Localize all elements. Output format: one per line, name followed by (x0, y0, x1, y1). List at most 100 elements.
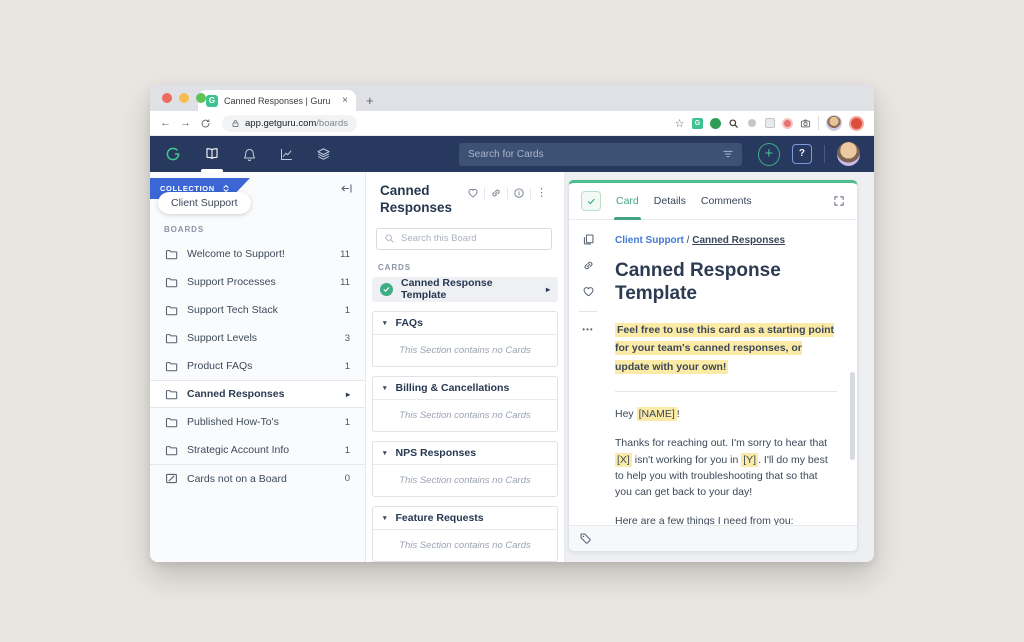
board-search-input[interactable] (401, 233, 544, 244)
body-text: Thanks for reaching out. I'm sorry to he… (615, 437, 827, 449)
board-item-support-levels[interactable]: Support Levels 3 (150, 324, 365, 352)
section-header[interactable]: ▾ Feature Requests (373, 507, 557, 530)
navbar-divider (824, 145, 825, 163)
folder-icon (165, 248, 178, 261)
back-icon[interactable]: ← (160, 117, 171, 129)
guru-extension-icon[interactable]: G (692, 118, 703, 129)
collapse-sidebar-icon[interactable] (340, 182, 353, 195)
copy-link-icon[interactable] (582, 259, 595, 272)
card-search-bar[interactable] (459, 143, 742, 166)
minimize-window-button[interactable] (179, 93, 189, 103)
lock-icon (231, 119, 240, 128)
card-header: Card Details Comments (569, 183, 857, 220)
breadcrumb-board-link[interactable]: Canned Responses (692, 235, 785, 246)
collections-layers-icon[interactable] (316, 136, 331, 172)
guru-favicon-icon: G (206, 95, 218, 107)
verify-checkbox[interactable] (581, 191, 601, 211)
guru-logo-icon[interactable] (164, 145, 182, 163)
analytics-chart-icon[interactable] (279, 136, 294, 172)
board-item-product-faqs[interactable]: Product FAQs 1 (150, 352, 365, 380)
card-search-input[interactable] (468, 149, 733, 160)
board-item-canned-responses-selected[interactable]: Canned Responses ▸ (150, 380, 365, 408)
favorite-heart-icon[interactable] (582, 285, 595, 298)
search-extension-icon[interactable] (728, 118, 739, 129)
collection-name-pill[interactable]: Client Support (158, 192, 251, 214)
board-search-box[interactable] (376, 228, 552, 250)
section-title: Billing & Cancellations (396, 382, 510, 394)
main-content: COLLECTION Client Support BOARDS Welcome… (150, 172, 874, 562)
new-tab-button[interactable]: + (366, 93, 374, 111)
expand-card-icon[interactable] (833, 195, 845, 207)
url-field[interactable]: app.getguru.com/boards (222, 115, 357, 132)
board-item-support-tech-stack[interactable]: Support Tech Stack 1 (150, 296, 365, 324)
guru-top-navbar: + ? (150, 136, 874, 172)
info-icon[interactable] (507, 187, 530, 199)
board-panel: Canned Responses ⋮ (365, 172, 565, 562)
board-count: 1 (345, 417, 350, 428)
board-item-strategic-account-info[interactable]: Strategic Account Info 1 (150, 436, 365, 464)
url-text: app.getguru.com/boards (245, 118, 348, 129)
copy-link-icon[interactable] (484, 187, 507, 199)
gray-dot-extension-icon[interactable] (748, 119, 756, 127)
search-icon (384, 233, 395, 244)
content-divider (615, 391, 837, 392)
board-item-published-how-tos[interactable]: Published How-To's 1 (150, 408, 365, 436)
kebab-menu-icon[interactable]: ⋮ (530, 188, 552, 199)
tab-details[interactable]: Details (654, 183, 686, 220)
create-card-button[interactable]: + (758, 143, 780, 166)
favorite-heart-icon[interactable] (462, 187, 484, 199)
red-swirl-extension-icon[interactable] (782, 118, 793, 129)
section-header[interactable]: ▾ FAQs (373, 312, 557, 335)
board-item-cards-not-on-a-board[interactable]: Cards not on a Board 0 (150, 464, 365, 492)
zoom-window-button[interactable] (196, 93, 206, 103)
search-filter-icon[interactable] (722, 148, 734, 160)
caret-down-icon[interactable]: ▾ (383, 449, 387, 457)
green-circle-extension-icon[interactable] (710, 118, 721, 129)
caret-down-icon[interactable]: ▾ (383, 319, 387, 327)
card-scrollbar-thumb[interactable] (850, 372, 855, 460)
board-item-support-processes[interactable]: Support Processes 11 (150, 268, 365, 296)
list-intro-line: Here are a few things I need from you: (615, 513, 837, 525)
chevron-right-icon: ▸ (346, 390, 350, 399)
section-billing-cancellations: ▾ Billing & Cancellations This Section c… (372, 376, 558, 432)
toolbar-divider (818, 116, 819, 130)
tab-comments[interactable]: Comments (701, 183, 752, 220)
url-path: /boards (316, 118, 348, 129)
card-slash-icon (165, 472, 178, 485)
close-window-button[interactable] (162, 93, 172, 103)
caret-down-icon[interactable]: ▾ (383, 384, 387, 392)
collection-sidebar: COLLECTION Client Support BOARDS Welcome… (150, 172, 365, 562)
bookmark-star-icon[interactable]: ☆ (674, 118, 685, 129)
camera-extension-icon[interactable] (800, 118, 811, 129)
board-item-welcome-to-support[interactable]: Welcome to Support! 11 (150, 240, 365, 268)
copy-card-icon[interactable] (582, 233, 595, 246)
breadcrumb-collection-link[interactable]: Client Support (615, 235, 684, 246)
user-avatar[interactable] (837, 142, 860, 166)
section-faqs: ▾ FAQs This Section contains no Cards (372, 311, 558, 367)
chevron-right-icon: ▸ (546, 285, 550, 294)
help-button[interactable]: ? (792, 144, 812, 164)
card-action-rail: ••• (569, 220, 607, 525)
notifications-bell-icon[interactable] (242, 136, 257, 172)
reload-icon[interactable] (200, 118, 211, 129)
card-list-item-selected[interactable]: Canned Response Template ▸ (372, 277, 558, 302)
browser-profile-avatar[interactable] (826, 115, 842, 131)
folder-icon (165, 388, 178, 401)
section-title: FAQs (396, 317, 423, 329)
tag-icon[interactable] (579, 532, 592, 545)
browser-profile-badge[interactable] (849, 116, 864, 131)
board-title: Canned Responses (380, 183, 462, 217)
close-tab-icon[interactable]: × (342, 95, 348, 106)
browser-tab[interactable]: G Canned Responses | Guru × (198, 90, 356, 111)
section-header[interactable]: ▾ NPS Responses (373, 442, 557, 465)
forward-icon[interactable]: → (180, 117, 191, 129)
caret-down-icon[interactable]: ▾ (383, 514, 387, 522)
section-header[interactable]: ▾ Billing & Cancellations (373, 377, 557, 400)
gray-square-extension-icon[interactable] (765, 118, 775, 128)
greeting-line: Hey [NAME]! (615, 406, 837, 422)
browser-address-bar: ← → app.getguru.com/boards ☆ G (150, 111, 874, 136)
more-actions-icon[interactable]: ••• (582, 325, 593, 334)
section-empty-text: This Section contains no Cards (373, 530, 557, 561)
tab-card[interactable]: Card (616, 183, 639, 220)
boards-nav-icon[interactable] (204, 136, 220, 172)
